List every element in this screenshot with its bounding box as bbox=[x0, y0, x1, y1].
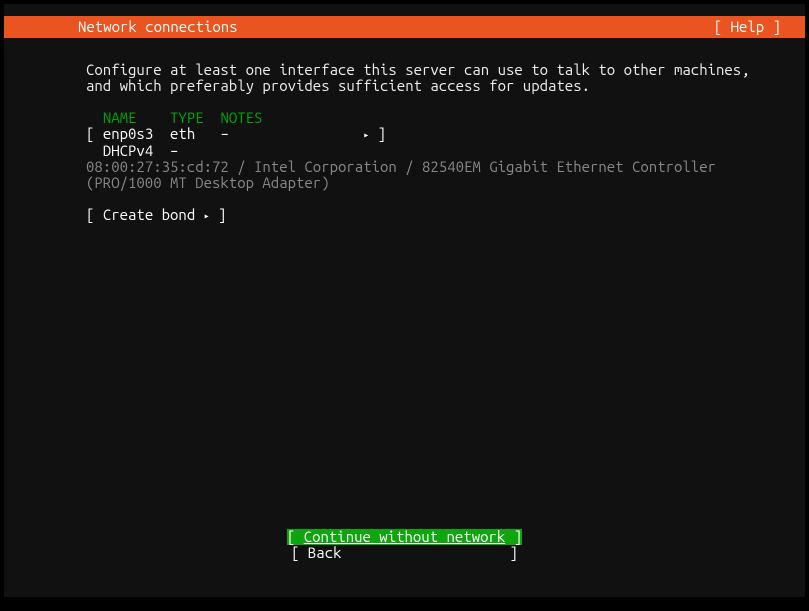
col-name: NAME TYPE NOTES bbox=[86, 109, 262, 126]
dhcp-label: DHCPv4 bbox=[103, 142, 153, 159]
dhcp-value: – bbox=[170, 142, 178, 159]
footer: [ Continue without network ] [ Back ] bbox=[4, 513, 805, 577]
interface-row[interactable]: [ enp0s3 eth – ▸ ] bbox=[86, 125, 386, 142]
create-bond-button[interactable]: [ Create bond ▸ ] bbox=[86, 206, 226, 223]
titlebar: Network connections [ Help ] bbox=[4, 16, 805, 38]
iface-type: eth bbox=[170, 125, 195, 142]
iface-notes: – bbox=[220, 125, 228, 142]
help-button[interactable]: [ Help ] bbox=[714, 16, 781, 38]
hw-line-1: 08:00:27:35:cd:72 / Intel Corporation / … bbox=[86, 158, 716, 175]
dhcp-row: DHCPv4 – bbox=[86, 142, 178, 159]
iface-name: enp0s3 bbox=[103, 125, 153, 142]
intro-line-2: and which preferably provides sufficient… bbox=[86, 77, 590, 94]
hw-line-2: (PRO/1000 MT Desktop Adapter) bbox=[86, 174, 330, 191]
page-title: Network connections bbox=[78, 16, 238, 38]
main-content: Configure at least one interface this se… bbox=[4, 38, 805, 240]
intro-line-1: Configure at least one interface this se… bbox=[86, 61, 750, 78]
continue-button[interactable]: [ Continue without network ] bbox=[287, 529, 522, 545]
back-button[interactable]: [ Back ] bbox=[291, 545, 518, 561]
installer-screen: Network connections [ Help ] Configure a… bbox=[4, 4, 805, 597]
